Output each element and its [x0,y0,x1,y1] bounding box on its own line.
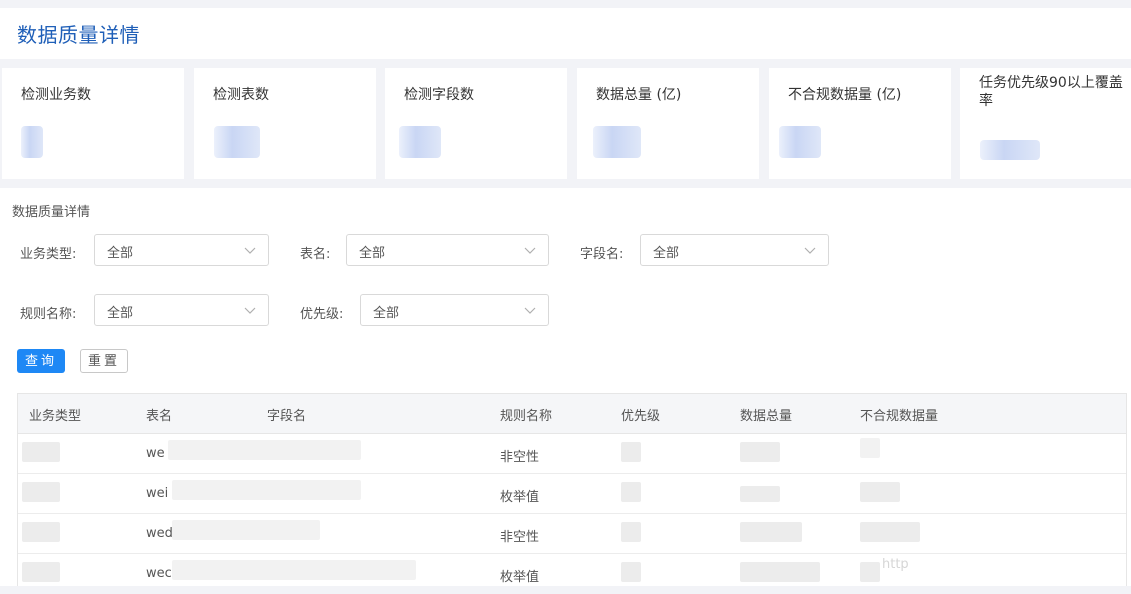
redacted-business-type [22,562,60,582]
rule-name-select[interactable]: 全部 [94,294,269,326]
column-header-rule-name[interactable]: 规则名称 [500,405,552,424]
card-label: 数据总量 (亿) [596,87,682,103]
redacted-total [740,522,802,542]
table-name-select[interactable]: 全部 [346,234,549,266]
redacted-noncompliant [860,438,880,458]
chevron-down-icon [244,307,256,314]
query-button[interactable]: 查询 [17,349,65,373]
rule-name-cell: 枚举值 [500,570,540,585]
chevron-down-icon [804,247,816,254]
rule-name-cell: 非空性 [500,530,540,545]
card-label: 任务优先级90以上覆盖率 [979,75,1123,109]
card-value-redacted [399,126,441,158]
watermark: http [882,557,909,572]
select-value: 全部 [107,246,134,261]
redacted-table-field [172,560,416,580]
redacted-noncompliant [860,482,900,502]
card-value-redacted [593,126,641,158]
table-row[interactable]: wei 枚举值 [18,474,1126,514]
table-name-cell: wec [146,566,172,581]
reset-button[interactable]: 重置 [80,349,128,373]
column-header-business-type[interactable]: 业务类型 [29,405,81,424]
redacted-priority [621,482,641,502]
filter-label-business-type: 业务类型: [20,247,77,262]
select-value: 全部 [373,306,400,321]
table-name-cell: we [146,446,165,461]
redacted-total [740,562,820,582]
card-label: 不合规数据量 (亿) [788,87,902,103]
card-field-count: 检测字段数 [385,68,567,179]
table-row[interactable]: we 非空性 [18,434,1126,474]
column-header-data-total[interactable]: 数据总量 [740,405,792,424]
redacted-business-type [22,482,60,502]
table-name-cell: wed [146,526,173,541]
filter-label-field-name: 字段名: [580,247,624,262]
page-header: 数据质量详情 [0,8,1131,59]
card-label: 检测表数 [213,87,269,103]
card-table-count: 检测表数 [194,68,376,179]
table-header: 业务类型 表名 字段名 规则名称 优先级 数据总量 不合规数据量 [18,394,1126,434]
filter-label-rule-name: 规则名称: [20,307,77,322]
detail-panel: 数据质量详情 业务类型: 全部 表名: 全部 字段名: 全部 规则名称: 全部 … [0,188,1131,586]
column-header-table-name[interactable]: 表名 [146,405,172,424]
redacted-priority [621,442,641,462]
page-title: 数据质量详情 [17,23,140,47]
card-priority-coverage: 任务优先级90以上覆盖率 [960,68,1131,179]
card-value-redacted [214,126,260,158]
table-row[interactable]: wec 枚举值 [18,554,1126,594]
card-noncompliant: 不合规数据量 (亿) [769,68,951,179]
filter-label-priority: 优先级: [300,307,344,322]
business-type-select[interactable]: 全部 [94,234,269,266]
column-header-noncompliant[interactable]: 不合规数据量 [860,405,938,424]
column-header-priority[interactable]: 优先级 [621,405,660,424]
rule-name-cell: 非空性 [500,450,540,465]
redacted-business-type [22,442,60,462]
redacted-total [740,442,780,462]
redacted-table-field [168,440,361,460]
redacted-total [740,486,780,502]
redacted-noncompliant [860,562,880,582]
card-value-redacted [21,126,43,158]
select-value: 全部 [653,246,680,261]
summary-cards: 检测业务数 检测表数 检测字段数 数据总量 (亿) 不合规数据量 (亿) 任务优… [0,68,1131,180]
table-row[interactable]: wed 非空性 [18,514,1126,554]
priority-select[interactable]: 全部 [360,294,549,326]
field-name-select[interactable]: 全部 [640,234,829,266]
filter-label-table-name: 表名: [300,247,331,262]
redacted-priority [621,522,641,542]
chevron-down-icon [524,307,536,314]
column-header-field-name[interactable]: 字段名 [267,405,306,424]
select-value: 全部 [359,246,386,261]
quality-table: 业务类型 表名 字段名 规则名称 优先级 数据总量 不合规数据量 we 非空性 … [17,393,1127,586]
card-value-redacted [779,126,821,158]
card-label: 检测业务数 [21,87,91,103]
redacted-priority [621,562,641,582]
card-value-redacted [980,140,1040,160]
redacted-business-type [22,522,60,542]
table-name-cell: wei [146,486,169,501]
chevron-down-icon [244,247,256,254]
select-value: 全部 [107,306,134,321]
redacted-table-field [172,480,361,500]
card-label: 检测字段数 [404,87,474,103]
card-business-count: 检测业务数 [2,68,184,179]
chevron-down-icon [524,247,536,254]
card-data-total: 数据总量 (亿) [577,68,759,179]
redacted-noncompliant [860,522,920,542]
redacted-table-field [172,520,320,540]
rule-name-cell: 枚举值 [500,490,540,505]
section-title: 数据质量详情 [12,205,91,220]
